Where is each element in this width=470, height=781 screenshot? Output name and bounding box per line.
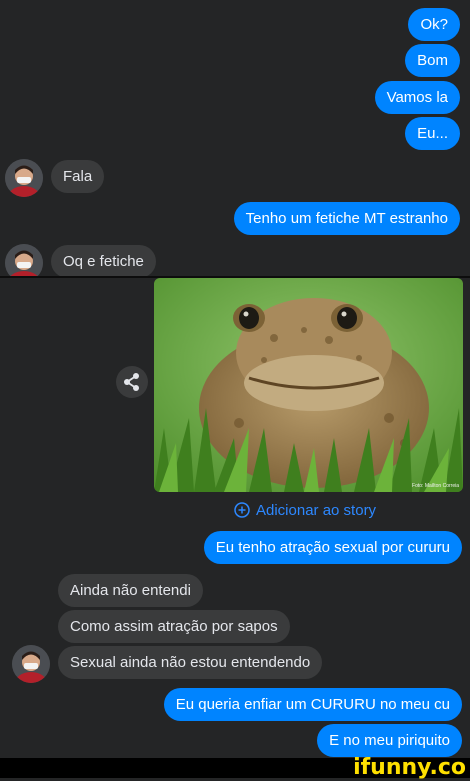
message-incoming[interactable]: Como assim atração por sapos <box>58 610 290 643</box>
avatar-icon <box>12 645 50 683</box>
watermark-bar: ifunny.co <box>0 755 470 780</box>
message-outgoing[interactable]: Eu queria enfiar um CURURU no meu cu <box>163 688 462 721</box>
chat-panel-top: Ok? Bom Vamos la Eu... Fala Tenho um fet… <box>0 0 470 282</box>
message-outgoing[interactable]: Bom <box>405 44 460 77</box>
message-outgoing[interactable]: Vamos la <box>374 81 460 114</box>
add-to-story-link[interactable]: Adicionar ao story <box>234 501 376 521</box>
message-incoming[interactable]: Oq e fetiche <box>51 245 156 278</box>
message-outgoing[interactable]: Eu tenho atração sexual por cururu <box>203 531 462 564</box>
toad-photo[interactable]: Foto: Maílton Correia <box>154 278 463 492</box>
toad-photo-image <box>154 278 463 492</box>
add-to-story-label: Adicionar ao story <box>256 502 377 519</box>
avatar-icon <box>5 159 43 197</box>
share-icon <box>124 373 139 391</box>
message-incoming[interactable]: Ainda não entendi <box>58 574 203 607</box>
chat-panel-bottom: Foto: Maílton Correia Adicionar ao story… <box>0 278 470 758</box>
message-outgoing[interactable]: Tenho um fetiche MT estranho <box>233 202 460 235</box>
message-incoming[interactable]: Fala <box>51 160 105 193</box>
message-outgoing[interactable]: Eu... <box>405 117 460 150</box>
share-button[interactable] <box>116 366 148 398</box>
message-outgoing[interactable]: Ok? <box>408 8 460 41</box>
avatar[interactable] <box>12 645 50 683</box>
avatar[interactable] <box>5 159 43 197</box>
photo-credit: Foto: Maílton Correia <box>412 483 459 489</box>
ifunny-watermark: ifunny.co <box>353 755 466 780</box>
message-outgoing[interactable]: E no meu piriquito <box>317 724 462 757</box>
message-incoming[interactable]: Sexual ainda não estou entendendo <box>58 646 323 679</box>
add-circle-icon <box>234 502 250 518</box>
